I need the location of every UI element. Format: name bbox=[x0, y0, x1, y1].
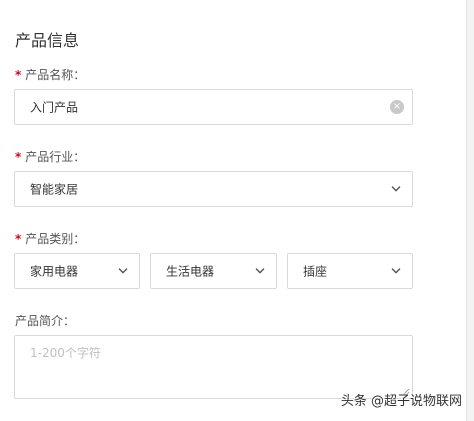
product-name-label: * 产品名称： bbox=[15, 68, 86, 82]
industry-select[interactable]: 智能家居 bbox=[14, 171, 413, 207]
required-mark: * bbox=[15, 150, 22, 164]
section-title: 产品信息 bbox=[15, 31, 80, 50]
chevron-down-icon bbox=[118, 268, 128, 274]
category-level3-select[interactable]: 插座 bbox=[287, 253, 413, 289]
industry-label: * 产品行业： bbox=[15, 150, 86, 164]
intro-placeholder: 1-200个字符 bbox=[30, 346, 101, 360]
clear-circle-icon[interactable]: × bbox=[390, 100, 404, 114]
chevron-down-icon bbox=[391, 186, 401, 192]
category-level3-value: 插座 bbox=[303, 264, 328, 279]
watermark: 头条 @超子说物联网 bbox=[340, 394, 462, 409]
industry-value: 智能家居 bbox=[30, 182, 79, 197]
right-panel-edge bbox=[466, 0, 474, 421]
category-level1-select[interactable]: 家用电器 bbox=[14, 253, 140, 289]
category-level1-value: 家用电器 bbox=[30, 264, 79, 279]
category-label: * 产品类别： bbox=[15, 232, 86, 246]
required-mark: * bbox=[15, 68, 22, 82]
chevron-down-icon bbox=[391, 268, 401, 274]
product-name-input[interactable]: 入门产品 × bbox=[14, 89, 413, 125]
required-mark: * bbox=[15, 232, 22, 246]
intro-label: 产品简介： bbox=[15, 314, 76, 328]
product-name-value: 入门产品 bbox=[30, 100, 79, 115]
chevron-down-icon bbox=[255, 268, 265, 274]
category-level2-select[interactable]: 生活电器 bbox=[150, 253, 277, 289]
category-level2-value: 生活电器 bbox=[166, 264, 215, 279]
